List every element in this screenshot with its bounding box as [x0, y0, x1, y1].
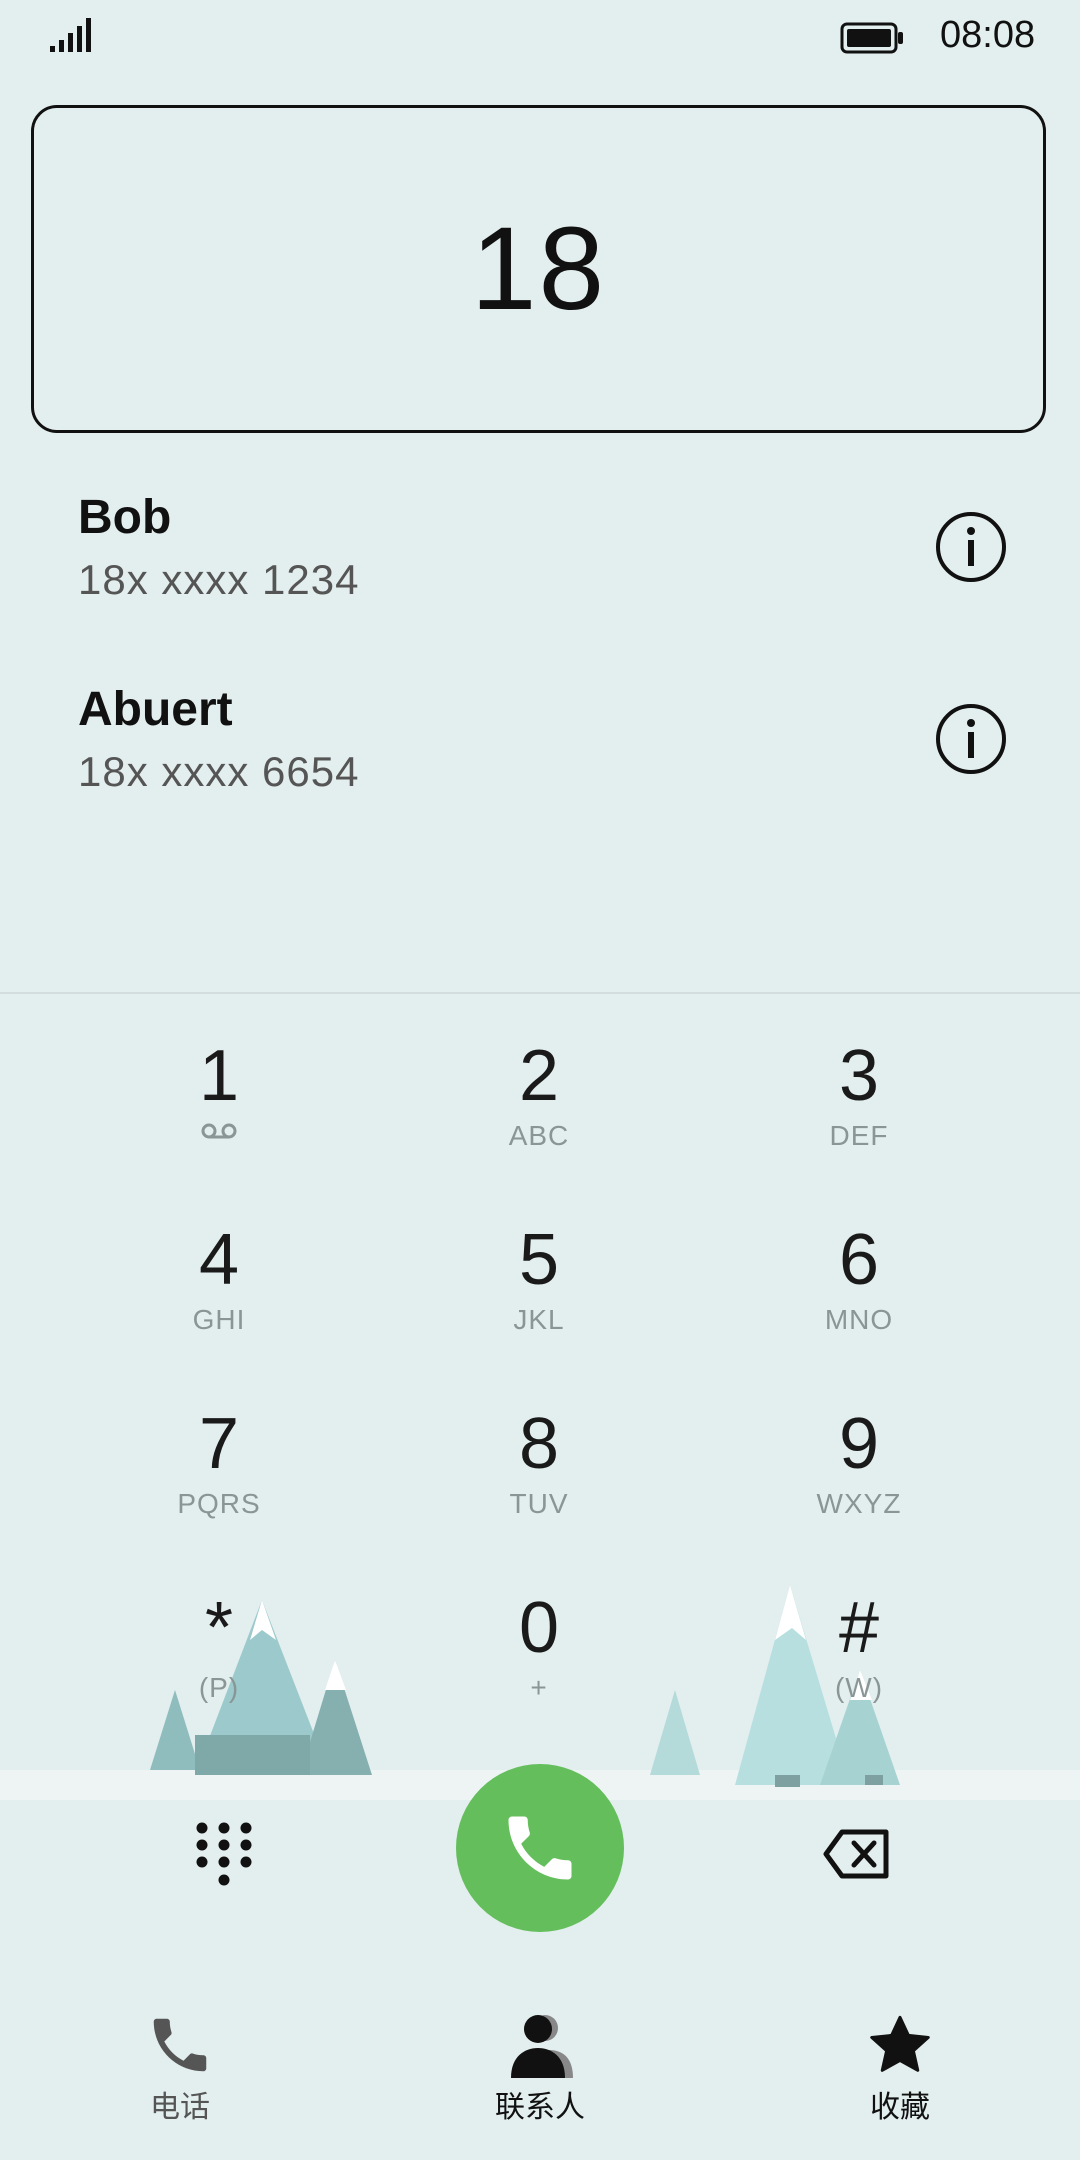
backspace-icon[interactable] — [822, 1826, 892, 1882]
key-9[interactable]: 9 WXYZ — [759, 1404, 959, 1554]
nav-label: 电话 — [150, 2090, 210, 2125]
key-5[interactable]: 5 JKL — [439, 1220, 639, 1370]
nav-label: 收藏 — [870, 2090, 930, 2125]
nav-label: 联系人 — [495, 2090, 585, 2125]
divider — [0, 992, 1080, 994]
key-6[interactable]: 6 MNO — [759, 1220, 959, 1370]
contact-number: 18x xxxx 6654 — [78, 748, 360, 795]
nav-contacts[interactable]: 联系人 — [440, 2010, 640, 2130]
key-8[interactable]: 8 TUV — [439, 1404, 639, 1554]
key-2[interactable]: 2 ABC — [439, 1036, 639, 1186]
battery-icon — [840, 22, 903, 54]
contacts-icon — [511, 2015, 573, 2078]
call-button[interactable] — [456, 1764, 624, 1932]
contact-name: Abuert — [78, 683, 233, 736]
key-1[interactable]: 1 — [119, 1036, 319, 1186]
suggestion-item[interactable]: Bob 18x xxxx 1234 — [78, 490, 1008, 630]
dialpad-icon[interactable] — [192, 1820, 256, 1890]
key-0[interactable]: 0 + — [439, 1588, 639, 1738]
dialed-number: 18 — [470, 203, 607, 335]
nav-favorites[interactable]: 收藏 — [800, 2010, 1000, 2130]
contact-name: Bob — [78, 491, 172, 544]
number-display[interactable]: 18 — [31, 105, 1046, 433]
key-3[interactable]: 3 DEF — [759, 1036, 959, 1186]
signal-icon — [50, 18, 91, 52]
info-icon[interactable] — [934, 702, 1008, 776]
suggestion-item[interactable]: Abuert 18x xxxx 6654 — [78, 682, 1008, 822]
key-star[interactable]: * (P) — [119, 1588, 319, 1738]
status-time: 08:08 — [940, 14, 1036, 56]
star-icon — [870, 2015, 930, 2072]
phone-icon — [153, 2018, 207, 2072]
nav-phone[interactable]: 电话 — [80, 2010, 280, 2130]
phone-icon — [508, 1816, 572, 1880]
contact-number: 18x xxxx 1234 — [78, 556, 360, 603]
status-bar: 08:08 — [0, 0, 1080, 80]
key-7[interactable]: 7 PQRS — [119, 1404, 319, 1554]
voicemail-icon — [201, 1123, 237, 1139]
info-icon[interactable] — [934, 510, 1008, 584]
key-hash[interactable]: # (W) — [759, 1588, 959, 1738]
key-4[interactable]: 4 GHI — [119, 1220, 319, 1370]
